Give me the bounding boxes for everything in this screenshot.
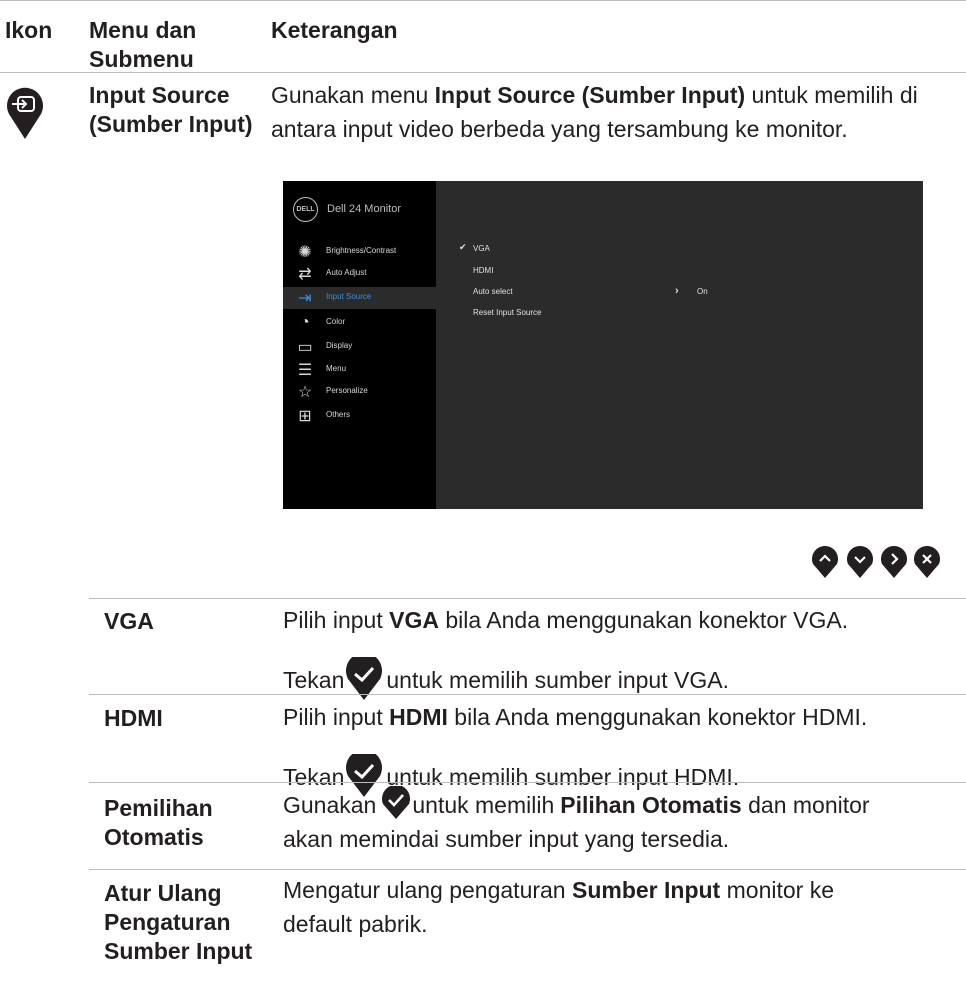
osd-option-auto-select[interactable]: Auto select <box>473 287 513 296</box>
header-rule <box>0 72 966 73</box>
menu-input-source: Input Source (Sumber Input) <box>89 82 253 137</box>
dell-logo: DELL <box>293 197 318 222</box>
auto-desc-line1: Gunakan untuk memilih Pilihan Otomatis d… <box>283 786 870 822</box>
osd-menu-color[interactable]: ◔ Color <box>283 312 436 334</box>
sun-icon: ✺ <box>298 244 312 261</box>
top-rule <box>0 0 966 1</box>
osd-panel: DELL Dell 24 Monitor ✺ Brightness/Contra… <box>283 181 923 509</box>
submenu-reset-input: Atur Ulang Pengaturan Sumber Input <box>104 880 253 964</box>
submenu-auto-select: Pemilihan Otomatis <box>104 795 213 850</box>
others-icon: ⊞ <box>298 408 312 425</box>
osd-menu-display[interactable]: ▭ Display <box>283 336 436 358</box>
input-source-icon <box>7 87 44 139</box>
down-button[interactable] <box>846 545 874 579</box>
osd-menu-personalize[interactable]: ☆ Personalize <box>283 381 436 403</box>
osd-option-vga[interactable]: VGA <box>473 244 490 253</box>
osd-auto-select-value: On <box>697 287 708 296</box>
auto-desc-line2: akan memindai sumber input yang tersedia… <box>283 826 730 852</box>
row-rule <box>89 869 966 870</box>
header-menu: Menu dan Submenu <box>89 17 197 72</box>
osd-option-hdmi[interactable]: HDMI <box>473 266 493 275</box>
row-rule <box>89 694 966 695</box>
chevron-right-icon: › <box>675 285 679 297</box>
osd-menu-others[interactable]: ⊞ Others <box>283 405 436 427</box>
auto-adjust-icon: ⇄ <box>298 266 312 283</box>
close-button[interactable] <box>913 545 941 579</box>
hdmi-desc-line1: Pilih input HDMI bila Anda menggunakan k… <box>283 704 868 730</box>
check-icon: ✔ <box>459 242 467 252</box>
submenu-hdmi: HDMI <box>104 705 163 731</box>
header-icon: Ikon <box>5 17 53 43</box>
row-rule <box>89 598 966 599</box>
osd-menu-menu[interactable]: ☰ Menu <box>283 359 436 381</box>
row-rule <box>89 782 966 783</box>
vga-desc-line1: Pilih input VGA bila Anda menggunakan ko… <box>283 607 849 633</box>
up-button[interactable] <box>811 545 839 579</box>
submenu-vga: VGA <box>104 608 154 634</box>
check-button-icon <box>382 786 411 819</box>
palette-icon: ◔ <box>300 314 310 331</box>
right-button[interactable] <box>880 545 908 579</box>
input-source-icon: ⇥ <box>298 290 312 307</box>
osd-title: Dell 24 Monitor <box>327 203 401 215</box>
osd-sidebar: DELL Dell 24 Monitor ✺ Brightness/Contra… <box>283 181 436 509</box>
star-icon: ☆ <box>297 384 313 401</box>
header-description: Keterangan <box>271 17 398 43</box>
osd-menu-auto-adjust[interactable]: ⇄ Auto Adjust <box>283 263 436 285</box>
reset-desc-line1: Mengatur ulang pengaturan Sumber Input m… <box>283 877 834 903</box>
osd-menu-brightness[interactable]: ✺ Brightness/Contrast <box>283 241 436 263</box>
menu-icon: ☰ <box>297 362 313 379</box>
monitor-icon: ▭ <box>297 339 313 356</box>
reset-desc-line2: default pabrik. <box>283 911 428 937</box>
main-description: Gunakan menu Input Source (Sumber Input)… <box>271 82 918 142</box>
osd-menu-input-source[interactable]: ⇥ Input Source <box>283 287 436 309</box>
osd-option-reset[interactable]: Reset Input Source <box>473 308 541 317</box>
vga-desc-line2: Tekan untuk memilih sumber input VGA. <box>283 657 729 700</box>
